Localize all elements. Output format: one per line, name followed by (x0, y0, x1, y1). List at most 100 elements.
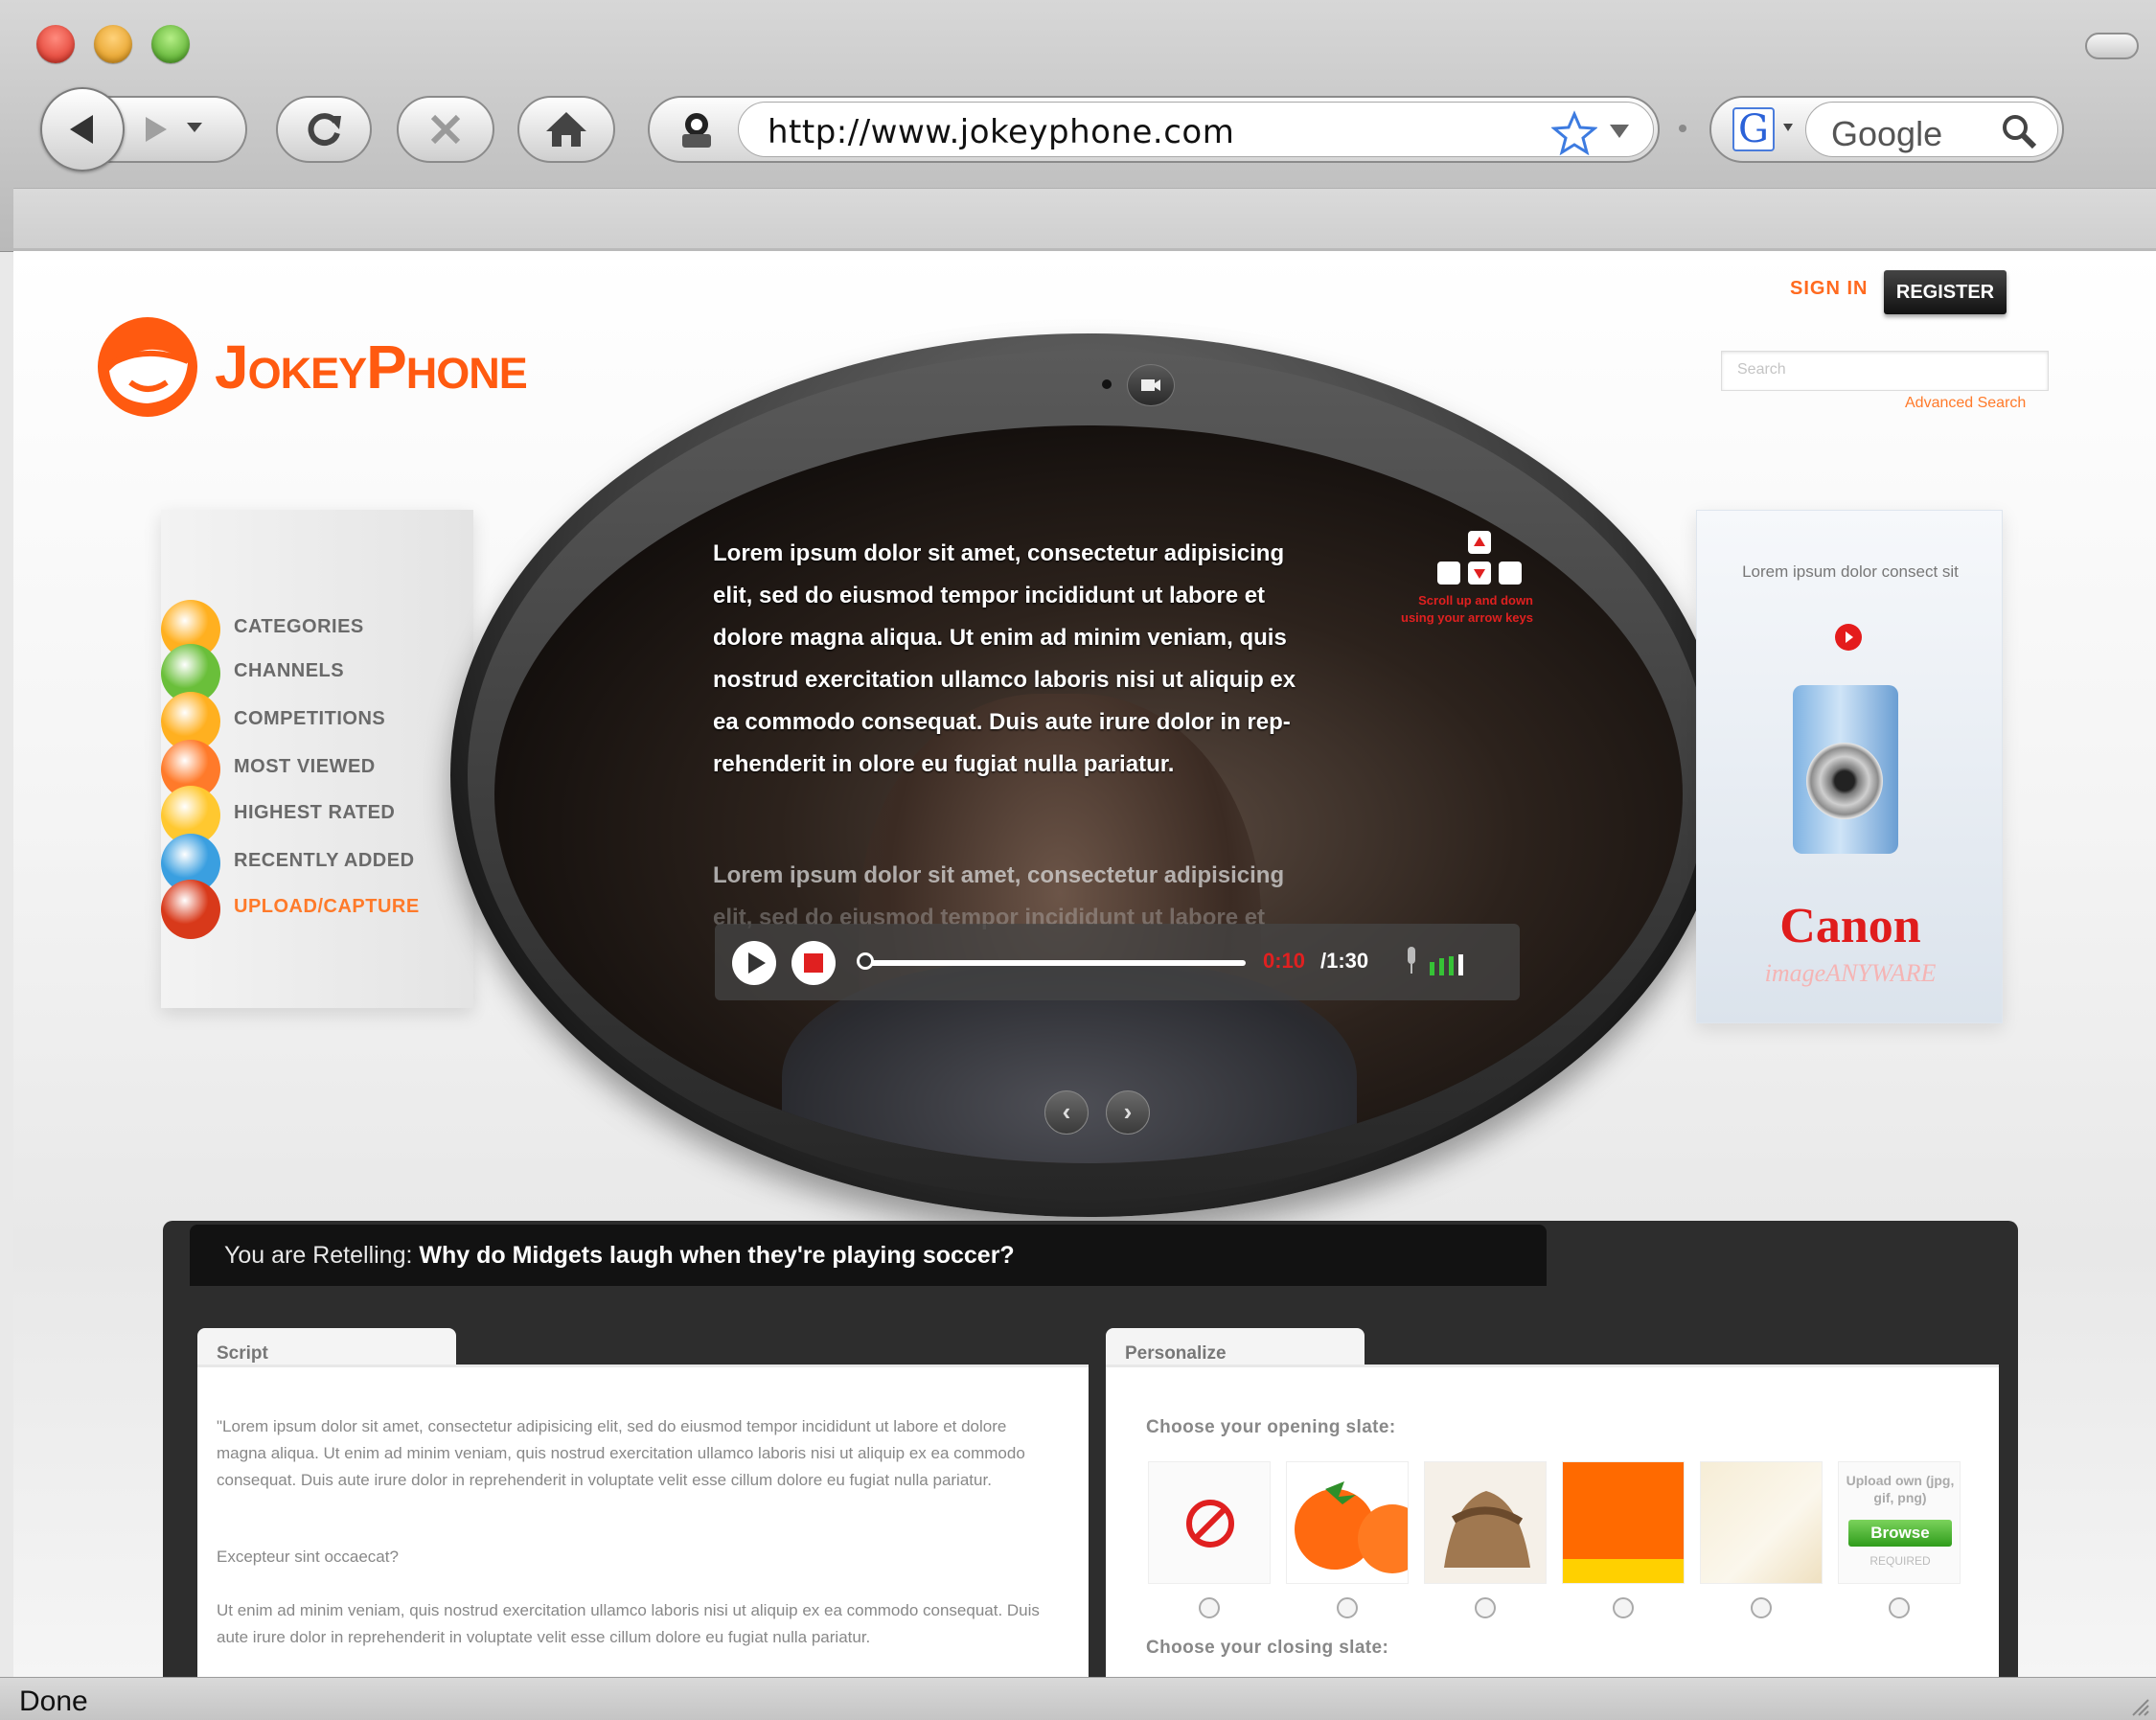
upload-capture-icon (161, 880, 220, 939)
toolbar-separator (1679, 125, 1686, 132)
current-time: 0:10 (1263, 949, 1306, 973)
ad-camera-image (1793, 685, 1898, 854)
google-engine-icon[interactable]: G (1732, 107, 1775, 151)
seek-bar[interactable] (864, 960, 1246, 966)
reload-icon (308, 113, 341, 147)
site-logo[interactable]: JokeyPhone (96, 314, 528, 420)
stop-button[interactable] (397, 96, 494, 163)
stop-recording-button[interactable] (791, 941, 836, 985)
ad-arrow-icon[interactable] (1835, 624, 1862, 651)
slate-radio-upload[interactable] (1889, 1597, 1910, 1618)
home-button[interactable] (517, 96, 615, 163)
slate-radio-crown[interactable] (1475, 1597, 1496, 1618)
script-paragraph-1: "Lorem ipsum dolor sit amet, consectetur… (217, 1417, 1025, 1489)
camera-lens (1806, 743, 1883, 819)
slate-none[interactable] (1148, 1461, 1271, 1584)
browser-toolbar: http://www.jokeyphone.com G Google (0, 0, 2156, 252)
script-paragraph-3: Ut enim ad minim veniam, quis nostrud ex… (217, 1601, 1040, 1646)
next-video-button[interactable]: › (1106, 1090, 1150, 1135)
tomato-image-icon (1295, 1481, 1408, 1573)
retell-panel: You are Retelling: Why do Midgets laugh … (163, 1221, 2018, 1677)
slate-radio-paper[interactable] (1751, 1597, 1772, 1618)
advertisement[interactable]: Lorem ipsum dolor consect sit Canon imag… (1696, 510, 2003, 1023)
reload-button[interactable] (276, 96, 372, 163)
stop-icon (804, 953, 823, 973)
browser-search-input[interactable]: Google (1805, 102, 2058, 157)
camera-glyph-icon (1141, 379, 1160, 391)
slate-orange[interactable] (1562, 1461, 1685, 1584)
slate-radio-tomato[interactable] (1337, 1597, 1358, 1618)
ad-tagline: imageANYWARE (1764, 959, 1937, 987)
status-text: Done (19, 1686, 88, 1717)
web-page: JokeyPhone SIGN IN REGISTER Search Advan… (13, 251, 2156, 1677)
url-input[interactable]: http://www.jokeyphone.com (738, 102, 1654, 157)
url-text: http://www.jokeyphone.com (768, 113, 1235, 151)
slate-paper[interactable] (1700, 1461, 1823, 1584)
arrow-keys-icon (1437, 531, 1522, 585)
play-button[interactable] (732, 941, 776, 985)
retell-header: You are Retelling: Why do Midgets laugh … (190, 1225, 1547, 1286)
play-icon (748, 952, 766, 974)
player-controls: 0:10 /1:30 (715, 924, 1520, 1000)
slate-upload[interactable]: Upload own (jpg, gif, png) Browse REQUIR… (1838, 1461, 1961, 1584)
zoom-window-button[interactable] (151, 25, 190, 63)
home-icon (546, 112, 586, 147)
browse-button[interactable]: Browse (1848, 1520, 1952, 1547)
slate-tomato[interactable] (1286, 1461, 1409, 1584)
seek-handle[interactable] (857, 952, 874, 970)
search-icon[interactable] (2000, 112, 2038, 150)
advanced-search-link[interactable]: Advanced Search (1905, 395, 2026, 412)
site-search-input[interactable]: Search (1721, 351, 2049, 391)
previous-video-button[interactable]: ‹ (1044, 1090, 1089, 1135)
site-logo-text: JokeyPhone (215, 333, 528, 401)
video-caption-text: Lorem ipsum dolor sit amet, consectetur … (713, 540, 1296, 777)
forward-arrow-icon (146, 117, 167, 142)
slate-radio-orange[interactable] (1613, 1597, 1634, 1618)
stop-x-icon (430, 114, 461, 145)
ad-brand: Canon (1779, 899, 1921, 953)
opening-slate-label: Choose your opening slate: (1146, 1417, 1396, 1437)
engine-dropdown-icon[interactable] (1782, 123, 1794, 132)
resize-grip-icon[interactable] (2129, 1696, 2150, 1717)
retell-title: You are Retelling: Why do Midgets laugh … (224, 1242, 1015, 1270)
register-button[interactable]: REGISTER (1884, 270, 2007, 314)
closing-slate-label: Choose your closing slate: (1146, 1638, 1389, 1658)
search-bar-group: G Google (1709, 96, 2064, 163)
total-time: /1:30 (1320, 949, 1369, 973)
slate-crown[interactable] (1424, 1461, 1547, 1584)
volume-level-icon[interactable] (1426, 952, 1502, 975)
retell-prefix: You are Retelling: (224, 1242, 413, 1269)
history-dropdown-button[interactable] (186, 121, 203, 138)
crown-image-icon (1444, 1491, 1530, 1568)
video-screen[interactable]: Lorem ipsum dolor sit amet, consectetur … (494, 425, 1683, 1163)
menu-item-label: Categories (234, 615, 364, 637)
phone-sensor-dot (1102, 379, 1112, 389)
minimize-window-button[interactable] (94, 25, 132, 63)
keypad-hint-text: Scroll up and down using your arrow keys (1401, 593, 1533, 625)
toolbar-toggle-button[interactable] (2085, 33, 2139, 59)
address-bar-group: http://www.jokeyphone.com (648, 96, 1660, 163)
menu-item-upload-capture[interactable]: Upload/Capture (161, 878, 420, 939)
url-history-dropdown-icon[interactable] (1609, 124, 1630, 139)
video-player-phone: Lorem ipsum dolor sit amet, consectetur … (450, 333, 1727, 1217)
back-button[interactable] (40, 87, 125, 172)
video-caption-text-2: Lorem ipsum dolor sit amet, consectetur … (713, 862, 1285, 888)
forward-button[interactable] (144, 115, 169, 144)
close-window-button[interactable] (36, 25, 75, 63)
menu-item-label: Upload/Capture (234, 895, 420, 917)
upload-required-text: REQUIRED (1869, 1554, 1931, 1568)
menu-item-label: Recently Added (234, 849, 415, 871)
camera-icon (1127, 364, 1175, 406)
no-slate-icon (1186, 1500, 1234, 1548)
script-paragraph-2: Excepteur sint occaecat? (217, 1548, 399, 1566)
menu-item-label: Channels (234, 659, 345, 681)
site-search-placeholder: Search (1737, 361, 1786, 378)
menu-item-label: Competitions (234, 707, 386, 729)
ad-play-glyph-icon (1846, 631, 1853, 643)
bookmark-star-icon[interactable] (1551, 110, 1597, 156)
personalize-card: Choose your opening slate: Upload own (j… (1106, 1365, 1999, 1677)
bookmarks-bar (13, 188, 2156, 248)
back-arrow-icon (70, 115, 93, 144)
slate-radio-none[interactable] (1199, 1597, 1220, 1618)
sign-in-link[interactable]: SIGN IN (1790, 278, 1868, 300)
